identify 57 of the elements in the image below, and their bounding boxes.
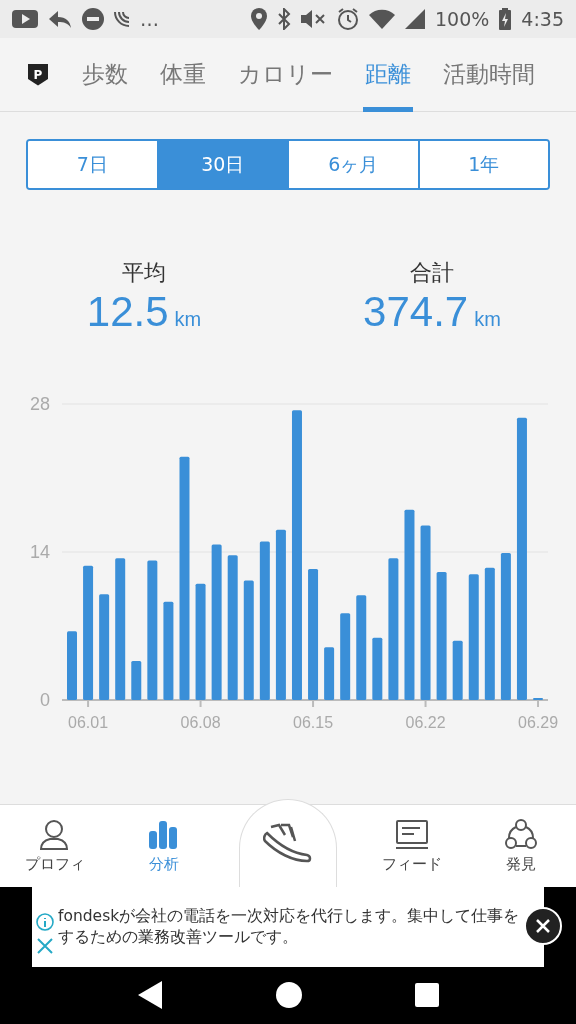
info-icon[interactable] [36, 912, 54, 931]
period-tab[interactable]: 30日 [156, 141, 287, 188]
tab[interactable]: 歩数 [66, 37, 144, 112]
stat-value: 374.7 [363, 288, 469, 335]
bar [324, 647, 335, 700]
stat-unit: km [174, 308, 202, 330]
tab[interactable]: 活動時間 [427, 37, 551, 112]
period-tab[interactable]: 7日 [28, 141, 157, 188]
video-icon [12, 9, 38, 29]
person-icon [38, 818, 71, 851]
nav-tab[interactable]: 分析 [109, 804, 219, 887]
stat-value: 12.5 [86, 288, 169, 335]
nfc-icon [114, 11, 130, 27]
stat-label: 平均 [122, 259, 166, 287]
bar [372, 637, 383, 700]
alarm-icon [337, 8, 359, 30]
bar [533, 697, 544, 700]
period-tab[interactable]: 6ヶ月 [287, 141, 418, 188]
bluetooth-icon [277, 8, 291, 30]
home-icon[interactable] [275, 981, 303, 1010]
battery-icon [499, 8, 512, 30]
stat-unit: km [474, 308, 501, 330]
location-icon [251, 8, 267, 30]
wifi-icon [369, 9, 395, 29]
close-icon [535, 917, 551, 934]
axis-label: 0 [40, 690, 50, 710]
do-not-disturb-icon [82, 8, 104, 30]
axis-label: 06.01 [68, 714, 109, 731]
bar [131, 660, 142, 700]
recents-icon[interactable] [414, 982, 441, 1009]
axis-label: 28 [29, 394, 50, 414]
shoe-icon [263, 823, 313, 863]
period-tab[interactable]: 1年 [417, 141, 548, 188]
ad-text: fondeskが会社の電話を一次対応を代行します。集中して仕事をするための業務改善ツールです。 [58, 906, 520, 947]
overflow-text: … [140, 6, 159, 32]
network-icon [505, 818, 538, 851]
signal-icon [405, 9, 425, 29]
bar [452, 640, 463, 700]
premium-badge: P [28, 63, 48, 86]
tab[interactable]: カロリー [222, 37, 349, 112]
bar [67, 631, 77, 700]
nav-tab[interactable]: フィード [357, 804, 467, 887]
axis-label: 06.22 [405, 714, 446, 731]
axis-label: 14 [29, 542, 50, 562]
stat-label: 合計 [410, 259, 454, 287]
axis-label: 06.08 [180, 714, 221, 731]
nav-tab[interactable]: プロフィ [0, 804, 110, 887]
axis-label: 06.15 [293, 714, 334, 731]
mute-icon [301, 9, 327, 29]
reply-icon [48, 9, 72, 29]
battery-percent: 100% [435, 6, 490, 32]
tab[interactable]: 体重 [144, 37, 222, 112]
nav-tab[interactable]: 発見 [466, 804, 576, 887]
close-icon[interactable] [36, 936, 54, 955]
axis-label: 06.29 [518, 714, 559, 731]
monitor-icon [395, 818, 428, 851]
clock-time: 4:35 [521, 6, 564, 32]
